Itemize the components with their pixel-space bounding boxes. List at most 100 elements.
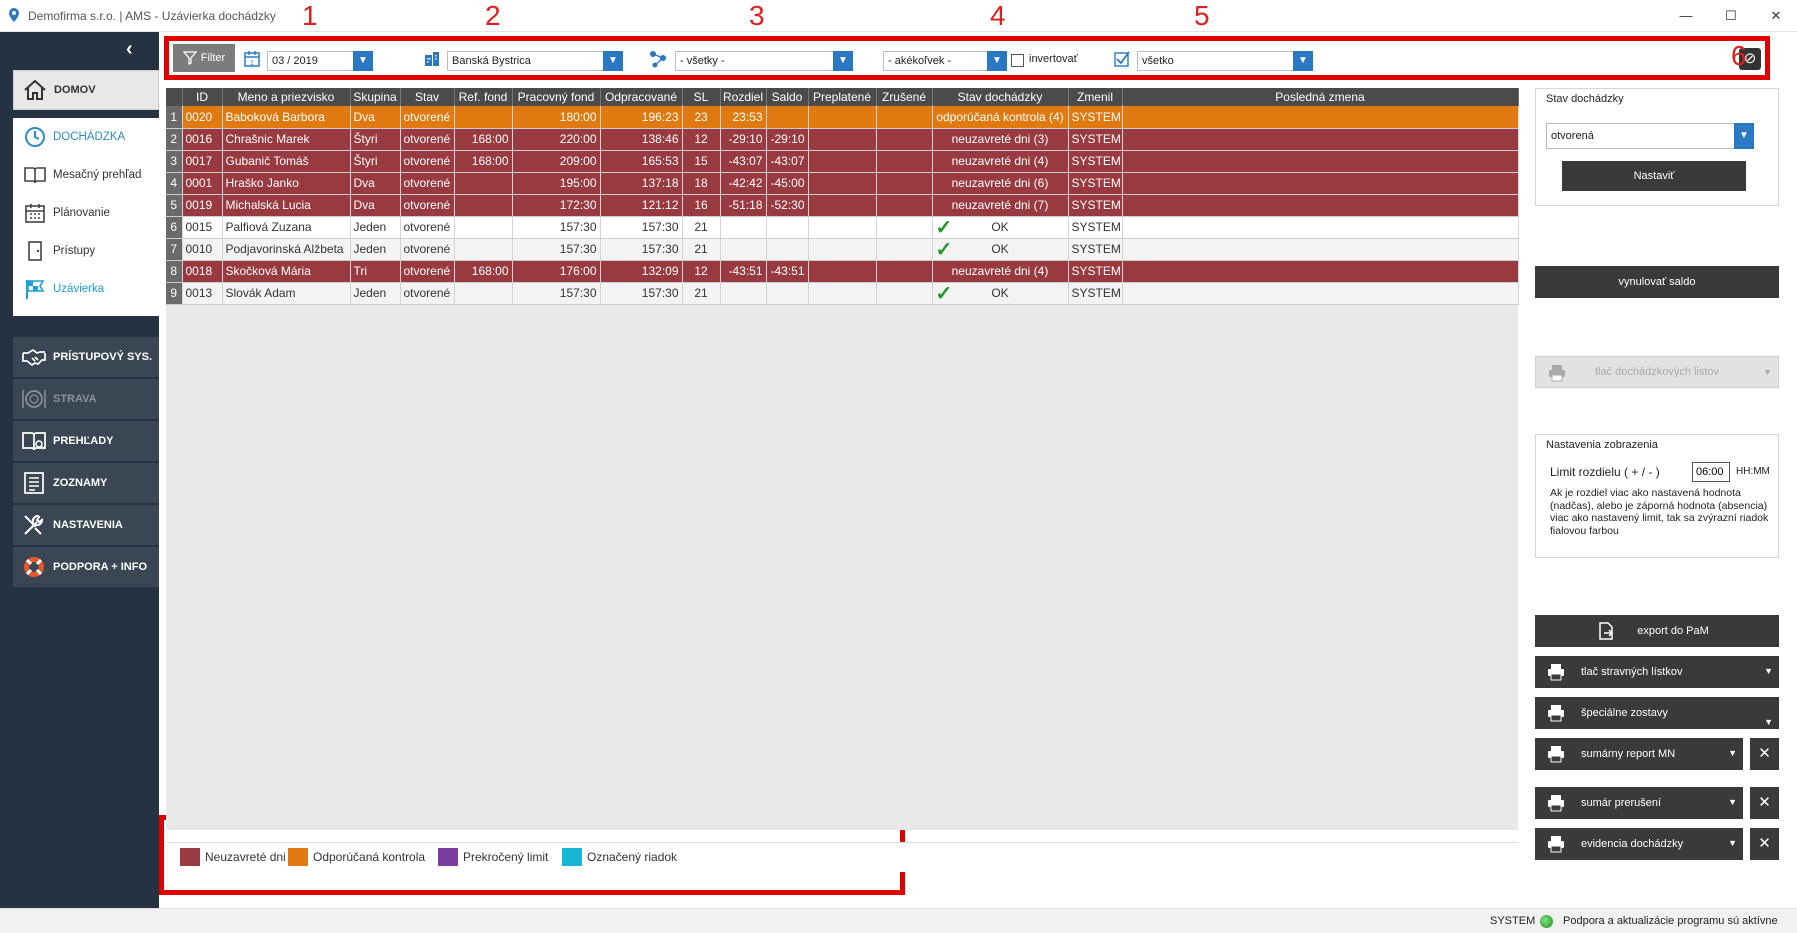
cell-attendance-state: odporúčaná kontrola (4) [932,106,1069,129]
col-cancelled[interactable]: Zrušené [876,88,933,106]
check-icon: ✓ [935,282,953,304]
table-row[interactable]: 9 0013 Slovák Adam Jeden otvorené 157:30 157:3… [166,282,1519,305]
summary-report-mn-settings-icon[interactable]: ✕ [1750,738,1779,770]
table-row[interactable]: 4 0001 Hraško Janko Dva otvorené 195:00 137:18… [166,172,1519,195]
nav-monthly-overview[interactable]: Mesačný prehľad [13,156,159,194]
cell-ref-fund [454,172,513,195]
nav-planning[interactable]: Plánovanie [13,194,159,232]
table-row[interactable]: 5 0019 Michalská Lucia Dva otvorené 172:30 121… [166,194,1519,217]
minimize-button[interactable]: — [1666,4,1706,28]
nav-lists-label: ZOZNAMY [53,477,108,489]
table-row[interactable]: 6 0015 Palfiová Zuzana Jeden otvorené 157:30 1… [166,216,1519,239]
right-panel: Stav dochádzky otvorená ▼ Nastaviť vynul… [1533,88,1781,878]
legend-swatch [288,848,308,866]
col-attendance-state[interactable]: Stav dochádzky [932,88,1069,106]
nav-support[interactable]: PODPORA + INFO [13,547,159,587]
interruptions-settings-icon[interactable]: ✕ [1750,787,1779,819]
nav-attendance-label: DOCHÁDZKA [53,131,126,143]
nav-attendance[interactable]: DOCHÁDZKA [13,118,159,156]
legend-label: Prekročený limit [463,850,549,864]
col-work-fund[interactable]: Pracovný fond [512,88,601,106]
attendance-state-box: Stav dochádzky otvorená ▼ Nastaviť [1535,88,1779,206]
cell-attendance-state: ✓ OK [932,216,1069,239]
cell-work-fund: 172:30 [512,194,601,217]
nav-access[interactable]: Prístupy [13,232,159,270]
cell-attendance-state: ✓ OK [932,238,1069,261]
check-icon: ✓ [935,238,953,260]
cell-name: Skočková Mária [222,260,351,283]
nav-access-system[interactable]: PRÍSTUPOVÝ SYS. [13,337,159,377]
summary-report-mn-button[interactable]: sumárny report MN ▼ [1535,738,1743,770]
door-icon [28,241,42,261]
attendance-state-select[interactable]: otvorená ▼ [1546,123,1754,149]
report-book-icon [22,432,46,451]
export-pam-button[interactable]: export do PaM [1535,615,1779,647]
col-group[interactable]: Skupina [350,88,401,106]
cell-cancelled [876,238,933,261]
close-button[interactable]: ✕ [1756,4,1796,28]
chevron-down-icon[interactable]: ▼ [1764,717,1773,727]
cell-overpaid [808,106,877,129]
table-row[interactable]: 1 0020 Baboková Barbora Dva otvorené 180:00 19… [166,106,1519,129]
cell-sl: 16 [682,194,721,217]
nav-settings[interactable]: NASTAVENIA [13,505,159,545]
print-meal-tickets-button[interactable]: tlač stravných lístkov ▼ [1535,656,1779,688]
cell-ref-fund [454,194,513,217]
status-ok-icon [1540,915,1553,928]
maximize-button[interactable]: ☐ [1711,4,1751,28]
cell-worked: 165:53 [600,150,683,173]
collapse-sidebar-icon[interactable]: ‹ [126,39,146,60]
chevron-down-icon[interactable]: ▼ [1764,666,1773,676]
interruptions-summary-button[interactable]: sumár prerušení ▼ [1535,787,1743,819]
cell-overpaid [808,172,877,195]
chevron-down-icon[interactable]: ▼ [1728,797,1737,807]
table-row[interactable]: 2 0016 Chrašnic Marek Štyri otvorené 168:00 22… [166,128,1519,151]
special-reports-button[interactable]: špeciálne zostavy ▼ [1535,697,1779,729]
home-icon [24,79,46,100]
col-name[interactable]: Meno a priezvisko [222,88,351,106]
cell-overpaid [808,128,877,151]
cell-sl: 12 [682,260,721,283]
col-id[interactable]: ID [182,88,223,106]
set-state-button[interactable]: Nastaviť [1562,161,1746,191]
attendance-evidence-settings-icon[interactable]: ✕ [1750,828,1779,860]
chevron-down-icon[interactable]: ▼ [1728,838,1737,848]
nav-lists[interactable]: ZOZNAMY [13,463,159,503]
table-row[interactable]: 3 0017 Gubanič Tomáš Štyri otvorené 168:00 209… [166,150,1519,173]
cell-overpaid [808,238,877,261]
cell-worked: 132:09 [600,260,683,283]
chevron-down-icon[interactable]: ▼ [1734,123,1754,149]
limit-input[interactable] [1692,462,1730,482]
nav-closing[interactable]: Uzávierka [13,270,159,308]
col-difference[interactable]: Rozdiel [720,88,767,106]
attendance-evidence-button[interactable]: evidencia dochádzky ▼ [1535,828,1743,860]
cell-saldo [766,282,809,305]
reset-saldo-button[interactable]: vynulovať saldo [1535,266,1779,298]
col-saldo[interactable]: Saldo [766,88,809,106]
legend-label: Neuzavreté dni [205,850,286,864]
col-state[interactable]: Stav [400,88,455,106]
cell-group: Štyri [350,128,401,151]
table-row[interactable]: 7 0010 Podjavorinská Alžbeta Jeden otvorené 1… [166,238,1519,261]
row-number: 8 [166,260,183,283]
col-overpaid[interactable]: Preplatené [808,88,877,106]
cell-cancelled [876,260,933,283]
status-message: Podpora a aktualizácie programu sú aktív… [1563,915,1778,927]
col-changed-by[interactable]: Zmenil [1068,88,1123,106]
table-row[interactable]: 8 0018 Skočková Mária Tri otvorené 168:00 176:… [166,260,1519,283]
chevron-down-icon[interactable]: ▼ [1728,748,1737,758]
col-sl[interactable]: SL [682,88,721,106]
col-worked[interactable]: Odpracované [600,88,683,106]
annotation-5: 5 [1194,0,1210,31]
cell-difference: 23:53 [720,106,767,129]
cell-overpaid [808,150,877,173]
nav-reports[interactable]: PREHĽADY [13,421,159,461]
col-last-change[interactable]: Posledná zmena [1122,88,1519,106]
cell-cancelled [876,128,933,151]
cell-attendance-state: neuzavreté dni (4) [932,260,1069,283]
cell-cancelled [876,194,933,217]
nav-home[interactable]: DOMOV [13,70,159,110]
col-ref-fund[interactable]: Ref. fond [454,88,513,106]
color-legend: Neuzavreté dni Odporúčaná kontrola Prekr… [166,842,1518,872]
cell-saldo: -45:00 [766,172,809,195]
